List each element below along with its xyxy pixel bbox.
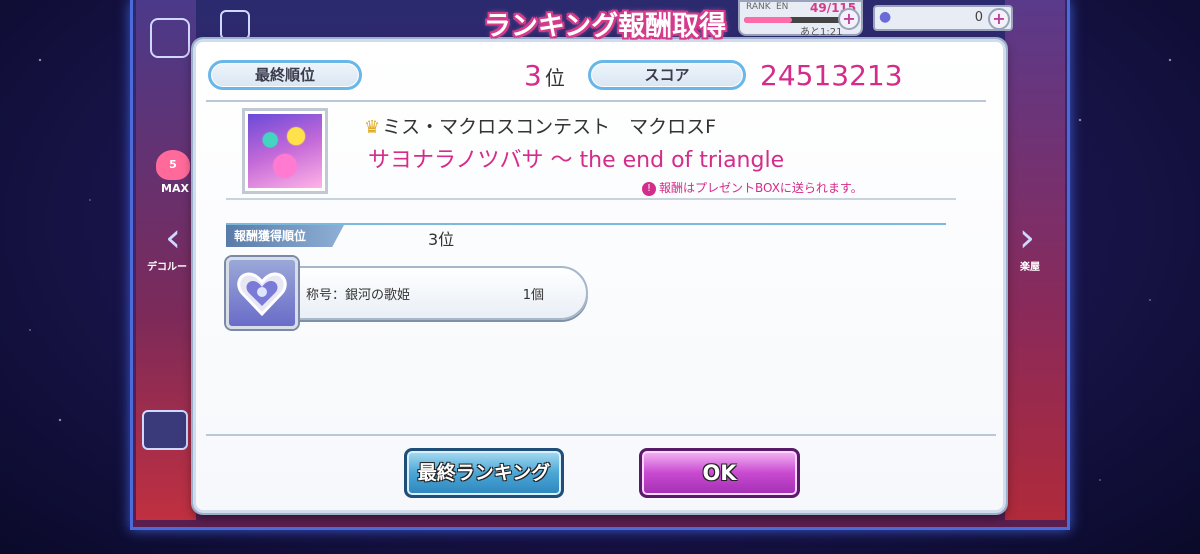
crown-icon: ♛ bbox=[364, 117, 381, 138]
ep-add-button[interactable]: + bbox=[838, 8, 860, 30]
en-label: EN bbox=[776, 2, 789, 12]
reward-item-qty: 1個 bbox=[522, 288, 544, 303]
dialog-title: ランキング報酬取得 bbox=[483, 11, 727, 42]
final-rank-label: 最終順位 bbox=[208, 60, 362, 90]
heart-emblem-icon bbox=[237, 272, 287, 317]
song-jacket-art bbox=[248, 114, 322, 188]
film-icon[interactable] bbox=[142, 410, 188, 450]
planet-icon: ● bbox=[879, 9, 892, 25]
ep-timer: あと1:21 bbox=[800, 27, 843, 38]
notice-text: 報酬はプレゼントBOXに送られます。 bbox=[659, 181, 863, 195]
gem-count: 0 bbox=[974, 10, 983, 25]
reward-rank-value: 3位 bbox=[428, 230, 455, 249]
reward-header-line bbox=[226, 223, 946, 225]
reward-rank-tab: 報酬獲得順位 bbox=[226, 225, 344, 247]
song-title: サヨナラノツバサ ～ the end of triangle bbox=[368, 148, 785, 173]
divider-top bbox=[206, 100, 986, 102]
final-rank-suffix: 位 bbox=[544, 66, 565, 90]
song-group: ♛ ミス・マクロスコンテスト マクロスF bbox=[364, 112, 716, 139]
final-rank-number: 3 bbox=[524, 59, 542, 92]
rank-label: RANK bbox=[746, 2, 771, 12]
ranking-reward-dialog: 最終順位 3位 スコア 24513213 ♛ ミス・マクロスコンテスト マクロスF… bbox=[193, 39, 1006, 513]
divider-mid bbox=[226, 198, 956, 200]
reward-item-icon bbox=[226, 257, 298, 329]
final-ranking-button[interactable]: 最終ランキング bbox=[404, 448, 564, 498]
menu-swap-icon[interactable] bbox=[150, 18, 190, 58]
divider-bottom bbox=[206, 434, 996, 436]
heart-level-badge: 5 bbox=[156, 150, 190, 180]
song-jacket bbox=[242, 108, 328, 194]
alert-icon: ! bbox=[642, 182, 656, 196]
ok-button[interactable]: OK bbox=[639, 448, 800, 498]
decoroom-label: デコルー bbox=[147, 262, 187, 273]
max-label: MAX bbox=[161, 182, 189, 195]
chevron-left-icon[interactable]: ‹ bbox=[158, 218, 188, 258]
score-label: スコア bbox=[588, 60, 746, 90]
reward-item-row: 称号：銀河の歌姫 1個 bbox=[264, 266, 588, 320]
chevron-right-icon[interactable]: › bbox=[1012, 218, 1042, 258]
present-box-notice: ! 報酬はプレゼントBOXに送られます。 bbox=[642, 179, 863, 196]
dressing-room-label: 楽屋 bbox=[1020, 262, 1040, 273]
final-rank-value: 3位 bbox=[524, 59, 565, 92]
gem-add-button[interactable]: + bbox=[988, 8, 1010, 30]
ep-bar-fill bbox=[744, 17, 792, 23]
song-group-text: ミス・マクロスコンテスト マクロスF bbox=[382, 116, 717, 138]
score-value: 24513213 bbox=[760, 59, 903, 92]
reward-item-name: 称号：銀河の歌姫 bbox=[306, 288, 411, 303]
expand-icon[interactable] bbox=[220, 10, 250, 40]
